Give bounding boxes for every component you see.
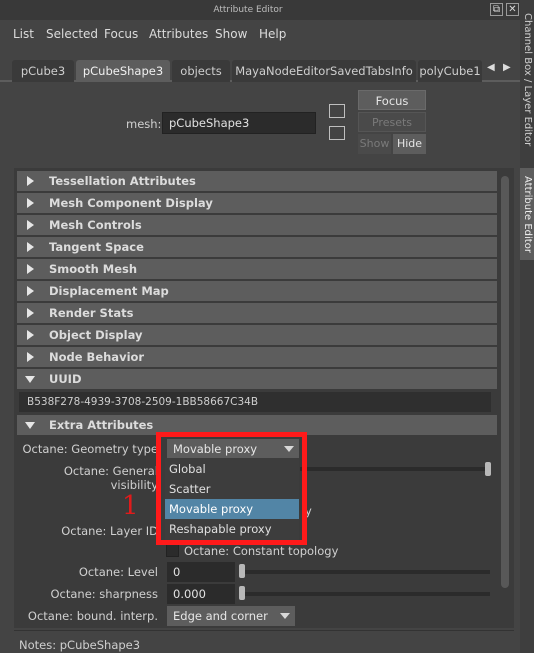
constant-topology-label: Octane: Constant topology (184, 544, 339, 558)
section-node-behavior[interactable]: Node Behavior (17, 347, 497, 367)
menu-selected[interactable]: Selected (46, 27, 98, 41)
uuid-field[interactable]: B538F278-4939-3708-2509-1BB58667C34B (19, 392, 491, 412)
window-title: Attribute Editor (213, 5, 283, 15)
option-global[interactable]: Global (165, 459, 299, 479)
mesh-name-field[interactable]: pCubeShape3 (162, 112, 316, 134)
node-tab-bar: pCube3 pCubeShape3 objects MayaNodeEdito… (0, 58, 520, 82)
general-visibility-slider[interactable] (300, 467, 490, 471)
show-button[interactable]: Show (358, 134, 391, 154)
section-mesh-controls[interactable]: Mesh Controls (17, 215, 497, 235)
section-label: Extra Attributes (49, 418, 154, 432)
expand-icon (27, 308, 34, 318)
tab-attribute-editor[interactable]: Attribute Editor (520, 168, 534, 260)
section-label: Mesh Component Display (49, 196, 213, 210)
scrollbar-thumb[interactable] (501, 176, 509, 588)
sharpness-label: Octane: sharpness (50, 587, 158, 601)
section-render-stats[interactable]: Render Stats (17, 303, 497, 323)
close-window-icon[interactable]: ✕ (506, 3, 519, 16)
general-visibility-slider-handle[interactable] (485, 462, 491, 476)
tab-polycube1[interactable]: polyCube1 (418, 60, 482, 82)
section-label: Tangent Space (49, 240, 144, 254)
layer-id-label: Octane: Layer ID (61, 524, 158, 538)
option-scatter[interactable]: Scatter (165, 479, 299, 499)
level-slider[interactable] (240, 570, 490, 574)
mesh-label: mesh: (126, 117, 162, 131)
section-tessellation-attributes[interactable]: Tessellation Attributes (17, 171, 497, 191)
section-tangent-space[interactable]: Tangent Space (17, 237, 497, 257)
load-input-icon[interactable] (329, 104, 345, 118)
sharpness-field[interactable]: 0.000 (167, 584, 235, 604)
notes-label: Notes: pCubeShape3 (19, 638, 141, 652)
constant-topology-checkbox[interactable] (166, 544, 179, 557)
menu-attributes[interactable]: Attributes (149, 27, 208, 41)
right-dock-tabs: Channel Box / Layer Editor Attribute Edi… (520, 0, 534, 653)
bound-interp-label: Octane: bound. interp. (27, 609, 158, 623)
level-slider-handle[interactable] (239, 564, 245, 578)
expand-icon (27, 264, 34, 274)
hide-button[interactable]: Hide (393, 134, 426, 154)
section-displacement-map[interactable]: Displacement Map (17, 281, 497, 301)
section-label: Object Display (49, 328, 143, 342)
tab-mayanodeeditorsavedtabsinfo[interactable]: MayaNodeEditorSavedTabsInfo (232, 60, 416, 82)
title-bar: Attribute Editor ⧉ ✕ (0, 0, 534, 20)
float-window-icon[interactable]: ⧉ (490, 3, 503, 16)
sharpness-slider-handle[interactable] (239, 586, 245, 600)
tab-objects[interactable]: objects (172, 60, 230, 82)
focus-button[interactable]: Focus (358, 90, 426, 110)
notes-bar: Notes: pCubeShape3 (14, 630, 514, 653)
sharpness-slider[interactable] (240, 592, 490, 596)
expand-icon (27, 352, 34, 362)
chevron-down-icon (280, 613, 290, 619)
expand-icon (27, 198, 34, 208)
expand-icon (27, 330, 34, 340)
menu-show[interactable]: Show (215, 27, 247, 41)
option-movable-proxy[interactable]: Movable proxy (165, 499, 299, 519)
annotation-number: 1 (122, 491, 139, 521)
section-label: Tessellation Attributes (49, 174, 196, 188)
section-label: Displacement Map (49, 284, 169, 298)
collapse-icon (25, 422, 35, 429)
section-label: Mesh Controls (49, 218, 142, 232)
section-label: UUID (49, 372, 82, 386)
menu-bar: List Selected Focus Attributes Show Help (0, 22, 520, 46)
attribute-list: Tessellation Attributes Mesh Component D… (14, 168, 514, 628)
menu-focus[interactable]: Focus (104, 27, 138, 41)
tab-pcube3[interactable]: pCube3 (12, 60, 74, 82)
bound-interp-value: Edge and corner (173, 609, 268, 623)
expand-icon (27, 220, 34, 230)
section-uuid[interactable]: UUID (17, 369, 497, 389)
section-label: Smooth Mesh (49, 262, 138, 276)
geometry-type-label: Octane: Geometry type (22, 442, 158, 456)
attribute-editor-window: Attribute Editor ⧉ ✕ List Selected Focus… (0, 0, 534, 653)
level-label: Octane: Level (78, 565, 158, 579)
menu-list[interactable]: List (13, 27, 34, 41)
general-visibility-label: Octane: General visibility (63, 464, 158, 492)
section-smooth-mesh[interactable]: Smooth Mesh (17, 259, 497, 279)
option-reshapable-proxy[interactable]: Reshapable proxy (165, 519, 299, 539)
section-label: Render Stats (49, 306, 134, 320)
expand-icon (27, 242, 34, 252)
collapse-icon (25, 376, 35, 383)
section-object-display[interactable]: Object Display (17, 325, 497, 345)
bound-interp-dropdown[interactable]: Edge and corner (167, 606, 295, 626)
level-field[interactable]: 0 (167, 562, 235, 582)
tab-scroll-left-icon[interactable]: ◀ (487, 62, 495, 73)
load-output-icon[interactable] (329, 126, 345, 140)
attribute-scrollbar[interactable] (500, 176, 510, 596)
tab-scroll-right-icon[interactable]: ▶ (503, 62, 511, 73)
tab-pcubeshape3[interactable]: pCubeShape3 (76, 60, 170, 82)
expand-icon (27, 286, 34, 296)
expand-icon (27, 176, 34, 186)
tab-channel-box-layer-editor[interactable]: Channel Box / Layer Editor (520, 10, 534, 150)
section-label: Node Behavior (49, 350, 145, 364)
section-mesh-component-display[interactable]: Mesh Component Display (17, 193, 497, 213)
geometry-type-options-popup: Global Scatter Movable proxy Reshapable … (165, 458, 299, 540)
presets-button[interactable]: Presets (358, 112, 426, 132)
menu-help[interactable]: Help (259, 27, 286, 41)
